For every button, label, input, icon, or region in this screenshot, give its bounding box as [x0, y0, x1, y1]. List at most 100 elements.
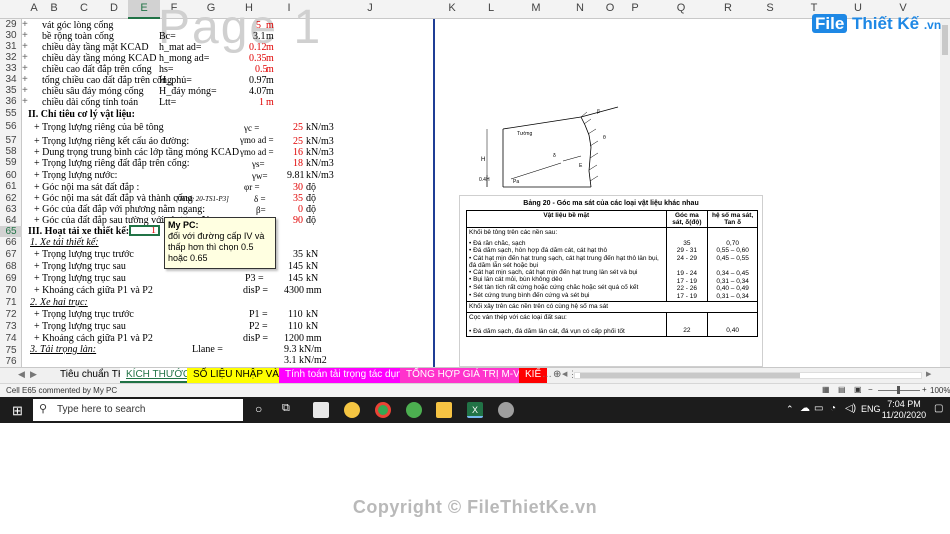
row-header[interactable]: 72 — [0, 309, 22, 320]
taskbar-search-box[interactable]: ⚲ Type here to search — [33, 399, 243, 421]
col-header[interactable]: T — [808, 2, 820, 14]
zoom-slider-thumb[interactable] — [897, 386, 900, 394]
tab-next-icon[interactable]: ▶ — [30, 369, 37, 380]
col-header[interactable]: C — [78, 2, 90, 14]
scroll-right-icon[interactable]: ▶ — [926, 370, 931, 378]
row-36-label[interactable]: chiều dài cống tính toán — [42, 97, 138, 109]
row-67-label[interactable]: + Trọng lượng trục trước — [34, 249, 134, 261]
excel-icon[interactable]: X — [467, 402, 483, 418]
row-header[interactable]: 70 — [0, 285, 22, 296]
row-59-unit[interactable]: kN/m3 — [306, 158, 334, 170]
row-header[interactable]: 33 — [0, 63, 22, 74]
tray-chevron-icon[interactable]: ⌃ — [786, 404, 794, 415]
row-header[interactable]: 74 — [0, 333, 22, 344]
row-67-unit[interactable]: kN — [306, 249, 318, 261]
row-header[interactable]: 34 — [0, 74, 22, 85]
row-36-value[interactable]: 1 — [259, 97, 264, 109]
row-59-sym[interactable]: γs= — [252, 158, 265, 170]
row-36-unit[interactable]: m — [266, 97, 274, 109]
col-header-selected[interactable]: E — [128, 0, 160, 19]
row-59-label[interactable]: + Trọng lượng riêng đất đắp trên cống: — [34, 158, 190, 170]
col-header[interactable]: P — [629, 2, 641, 14]
row-69-sym[interactable]: P3 = — [245, 273, 264, 285]
col-header[interactable]: Q — [675, 2, 687, 14]
row-73-unit[interactable]: kN — [306, 321, 318, 333]
row-66-label[interactable]: 1. Xe tải thiết kế: — [30, 237, 99, 249]
row-56-value[interactable]: 25 — [293, 122, 303, 134]
notification-icon[interactable]: ▢ — [934, 403, 943, 414]
row-56-unit[interactable]: kN/m3 — [306, 122, 334, 134]
volume-icon[interactable]: ◁) — [845, 403, 856, 414]
view-normal-icon[interactable]: ▦ — [822, 385, 830, 394]
view-layout-icon[interactable]: ▤ — [838, 385, 846, 394]
row-70-sym[interactable]: disP = — [243, 285, 268, 297]
row-56-label[interactable]: + Trọng lượng riêng của bê tông — [34, 122, 164, 134]
row-header[interactable]: 71 — [0, 297, 22, 308]
row-header[interactable]: 29 — [0, 19, 22, 30]
row-header[interactable]: 57 — [0, 135, 22, 146]
file-explorer-icon[interactable] — [436, 402, 452, 418]
row-75-label[interactable]: 3. Tải trọng làn: — [30, 344, 96, 356]
row-header[interactable]: 67 — [0, 249, 22, 260]
row-60-value[interactable]: 9.81 — [287, 170, 305, 182]
row-70-label[interactable]: + Khoảng cách giữa P1 và P2 — [34, 285, 153, 297]
row-68-value[interactable]: 145 — [288, 261, 303, 273]
col-header[interactable]: N — [574, 2, 586, 14]
row-header[interactable]: 68 — [0, 261, 22, 272]
clock-time[interactable]: 7:04 PM — [886, 399, 922, 409]
row-header[interactable]: 64 — [0, 215, 22, 226]
horizontal-scroll-thumb[interactable] — [580, 373, 800, 378]
row-header[interactable]: 30 — [0, 30, 22, 41]
windows-start-icon[interactable]: ⊞ — [12, 403, 23, 419]
row-72-sym[interactable]: P1 = — [249, 309, 268, 321]
battery-icon[interactable]: ▭ — [814, 403, 823, 414]
row-76-unit[interactable]: kN/m2 — [299, 355, 327, 367]
col-header[interactable]: K — [446, 2, 458, 14]
section-ii-heading[interactable]: II. Chỉ tiêu cơ lý vật liệu: — [28, 109, 135, 121]
cortana-icon[interactable]: ○ — [255, 402, 262, 416]
col-header[interactable]: U — [852, 2, 864, 14]
row-header[interactable]: 32 — [0, 52, 22, 63]
app-icon-4[interactable] — [498, 402, 514, 418]
active-cell-e65[interactable] — [129, 225, 160, 236]
row-73-label[interactable]: + Trọng lượng trục sau — [34, 321, 126, 333]
row-70-unit[interactable]: mm — [306, 285, 322, 297]
col-header[interactable]: A — [28, 2, 40, 14]
col-header[interactable]: R — [722, 2, 734, 14]
row-header[interactable]: 75 — [0, 345, 22, 356]
row-header[interactable]: 35 — [0, 85, 22, 96]
tab-tong-hop[interactable]: TỔNG HỢP GIÁ TRỊ M-V-N — [400, 368, 536, 383]
tab-tieu-chuan[interactable]: Tiêu chuẩn TK — [54, 368, 130, 383]
row-36-sym[interactable]: Ltt= — [159, 97, 176, 109]
row-60-unit[interactable]: kN/m3 — [306, 170, 334, 182]
vertical-scrollbar[interactable] — [940, 19, 950, 367]
row-72-value[interactable]: 110 — [288, 309, 303, 321]
scroll-left-icon[interactable]: ◀ — [562, 370, 567, 378]
row-72-label[interactable]: + Trọng lượng trục trước — [34, 309, 134, 321]
app-icon-1[interactable] — [313, 402, 329, 418]
row-59-value[interactable]: 18 — [293, 158, 303, 170]
horizontal-scrollbar[interactable]: ◀ ▶ — [560, 370, 940, 380]
row-header[interactable]: 55 — [0, 108, 22, 119]
row-72-unit[interactable]: kN — [306, 309, 318, 321]
app-icon-3[interactable] — [406, 402, 422, 418]
row-74-sym[interactable]: disP = — [243, 333, 268, 345]
row-68-label[interactable]: + Trọng lượng trục sau — [34, 261, 126, 273]
cloud-icon[interactable]: ☁ — [800, 403, 810, 414]
row-60-label[interactable]: + Trọng lượng nước: — [34, 170, 117, 182]
row-57-sym[interactable]: γmo ad = — [240, 134, 274, 146]
view-pagebreak-icon[interactable]: ▣ — [854, 385, 862, 394]
tab-kich-thuoc-active[interactable]: KÍCH THƯỚC — [120, 368, 197, 383]
col-header[interactable]: L — [485, 2, 497, 14]
col-header[interactable]: J — [364, 2, 376, 14]
row-header-selected[interactable]: 65 — [0, 226, 22, 237]
row-64-value[interactable]: 90 — [293, 215, 303, 227]
task-view-icon[interactable]: ⧉ — [282, 402, 290, 415]
col-header[interactable]: V — [897, 2, 909, 14]
row-header[interactable]: 69 — [0, 273, 22, 284]
row-71-label[interactable]: 2. Xe hai trục: — [30, 297, 88, 309]
row-64-unit[interactable]: độ — [306, 215, 316, 227]
row-73-value[interactable]: 110 — [288, 321, 303, 333]
zoom-level[interactable]: 100% — [930, 386, 950, 395]
tab-more-icon[interactable]: … — [542, 369, 552, 380]
